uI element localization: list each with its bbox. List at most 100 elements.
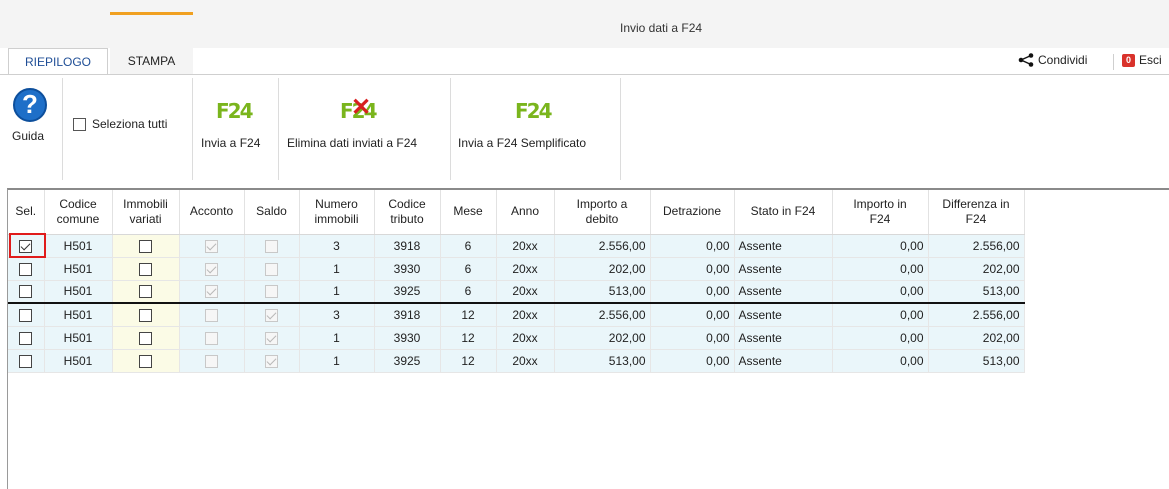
cell-immobili-variati[interactable] bbox=[112, 302, 180, 327]
cell-differenza-f24: 2.556,00 bbox=[928, 302, 1025, 327]
cell-mese: 6 bbox=[440, 280, 497, 304]
send-f24-simple-button[interactable]: Invia a F24 Semplificato bbox=[458, 136, 586, 150]
ribbon-separator bbox=[62, 78, 63, 180]
cell-immobili-variati[interactable] bbox=[112, 280, 180, 304]
exit-button[interactable]: 0 Esci bbox=[1122, 53, 1162, 67]
window-title: Invio dati a F24 bbox=[620, 21, 703, 35]
col-numero-immobili[interactable]: Numero immobili bbox=[299, 190, 375, 235]
ribbon bbox=[0, 75, 1169, 185]
cell-detrazione: 0,00 bbox=[650, 280, 735, 304]
cell-stato-f24: Assente bbox=[734, 234, 833, 258]
select-all-box[interactable] bbox=[73, 117, 86, 131]
col-codice-tributo-l2: tributo bbox=[390, 211, 424, 226]
cell-importo-f24: 0,00 bbox=[832, 302, 929, 327]
cell-importo-debito: 513,00 bbox=[554, 349, 651, 373]
help-label[interactable]: Guida bbox=[12, 129, 44, 143]
table-row[interactable]: H501 1 3925 12 20xx 513,00 0,00 Assente 0,00 513,… bbox=[8, 349, 1025, 373]
acconto-checkbox bbox=[205, 308, 218, 322]
col-acconto[interactable]: Acconto bbox=[179, 190, 245, 235]
ribbon-separator bbox=[278, 78, 279, 180]
cell-importo-f24: 0,00 bbox=[832, 326, 929, 350]
immobili-variati-checkbox[interactable] bbox=[139, 308, 152, 322]
send-f24-button[interactable]: Invia a F24 bbox=[201, 136, 260, 150]
row-select-checkbox[interactable] bbox=[19, 285, 33, 299]
acconto-checkbox bbox=[205, 239, 218, 253]
col-anno[interactable]: Anno bbox=[496, 190, 555, 235]
cell-numero-immobili: 1 bbox=[299, 280, 375, 304]
cell-sel[interactable] bbox=[8, 326, 45, 350]
cell-immobili-variati[interactable] bbox=[112, 257, 180, 281]
f24-send-simple-icon[interactable]: F24 bbox=[515, 93, 553, 129]
col-codice-comune[interactable]: Codice comune bbox=[44, 190, 113, 235]
cell-sel[interactable] bbox=[8, 302, 45, 327]
cell-importo-debito: 2.556,00 bbox=[554, 302, 651, 327]
f24-table: Sel. Codice comune Immobili variati Accont… bbox=[8, 190, 1025, 373]
col-sel[interactable]: Sel. bbox=[8, 190, 45, 235]
immobili-variati-checkbox[interactable] bbox=[139, 239, 152, 253]
col-importo-debito[interactable]: Importo a debito bbox=[554, 190, 651, 235]
table-row[interactable]: H501 1 3930 6 20xx 202,00 0,00 Assente 0,00 202,0… bbox=[8, 257, 1025, 281]
cell-differenza-f24: 202,00 bbox=[928, 326, 1025, 350]
acconto-checkbox bbox=[205, 285, 218, 299]
cell-stato-f24: Assente bbox=[734, 349, 833, 373]
row-select-checkbox[interactable] bbox=[19, 354, 33, 368]
table-row[interactable]: H501 3 3918 6 20xx 2.556,00 0,00 Assente 0,00 2.5… bbox=[8, 234, 1025, 258]
cell-mese: 12 bbox=[440, 326, 497, 350]
col-detrazione[interactable]: Detrazione bbox=[650, 190, 735, 235]
cell-immobili-variati[interactable] bbox=[112, 234, 180, 258]
tab-stampa[interactable]: STAMPA bbox=[110, 48, 193, 74]
row-select-checkbox[interactable] bbox=[19, 308, 33, 322]
delete-f24-button[interactable]: Elimina dati inviati a F24 bbox=[287, 136, 417, 150]
cell-mese: 12 bbox=[440, 302, 497, 327]
f24-send-icon[interactable]: F24 bbox=[216, 93, 254, 129]
cell-acconto bbox=[179, 234, 245, 258]
col-immobili-variati[interactable]: Immobili variati bbox=[112, 190, 180, 235]
col-differenza-f24[interactable]: Differenza in F24 bbox=[928, 190, 1025, 235]
select-all-checkbox[interactable]: Seleziona tutti bbox=[73, 117, 167, 131]
table-row[interactable]: H501 1 3930 12 20xx 202,00 0,00 Assente 0,00 202,… bbox=[8, 326, 1025, 350]
col-mese[interactable]: Mese bbox=[440, 190, 497, 235]
col-importo-f24[interactable]: Importo in F24 bbox=[832, 190, 929, 235]
cell-sel[interactable] bbox=[8, 257, 45, 281]
tab-riepilogo[interactable]: RIEPILOGO bbox=[8, 48, 108, 74]
cell-differenza-f24: 513,00 bbox=[928, 280, 1025, 304]
cell-codice-tributo: 3918 bbox=[374, 302, 441, 327]
top-actions-divider bbox=[1113, 54, 1114, 70]
immobili-variati-checkbox[interactable] bbox=[139, 331, 152, 345]
immobili-variati-checkbox[interactable] bbox=[139, 285, 152, 299]
cell-codice-tributo: 3930 bbox=[374, 257, 441, 281]
cell-sel[interactable] bbox=[8, 280, 45, 304]
col-numero-immobili-l2: immobili bbox=[314, 211, 359, 226]
row-select-checkbox[interactable] bbox=[19, 262, 33, 276]
col-differenza-f24-l2: F24 bbox=[965, 211, 987, 226]
data-grid[interactable]: Sel. Codice comune Immobili variati Accont… bbox=[7, 188, 1169, 489]
cell-anno: 20xx bbox=[496, 257, 555, 281]
row-select-checkbox[interactable] bbox=[19, 331, 33, 345]
saldo-checkbox bbox=[265, 285, 278, 299]
col-saldo[interactable]: Saldo bbox=[244, 190, 300, 235]
share-button[interactable]: Condividi bbox=[1018, 53, 1087, 67]
cell-stato-f24: Assente bbox=[734, 257, 833, 281]
cell-saldo bbox=[244, 349, 300, 373]
help-icon[interactable]: ? bbox=[13, 88, 47, 122]
col-immobili-variati-l2: variati bbox=[129, 211, 162, 226]
saldo-checkbox bbox=[265, 308, 278, 322]
col-importo-f24-l2: F24 bbox=[869, 211, 891, 226]
saldo-checkbox bbox=[265, 354, 278, 368]
cell-importo-debito: 513,00 bbox=[554, 280, 651, 304]
cell-importo-f24: 0,00 bbox=[832, 349, 929, 373]
cell-sel[interactable] bbox=[8, 349, 45, 373]
cell-immobili-variati[interactable] bbox=[112, 326, 180, 350]
col-codice-tributo-l1: Codice bbox=[388, 196, 426, 211]
col-numero-immobili-l1: Numero bbox=[315, 196, 358, 211]
cell-immobili-variati[interactable] bbox=[112, 349, 180, 373]
table-row[interactable]: H501 1 3925 6 20xx 513,00 0,00 Assente 0,00 513,0… bbox=[8, 280, 1025, 304]
table-row[interactable]: H501 3 3918 12 20xx 2.556,00 0,00 Assente 0,00 2.… bbox=[8, 302, 1025, 327]
cell-codice-tributo: 3918 bbox=[374, 234, 441, 258]
immobili-variati-checkbox[interactable] bbox=[139, 262, 152, 276]
cell-codice-comune: H501 bbox=[44, 349, 113, 373]
immobili-variati-checkbox[interactable] bbox=[139, 354, 152, 368]
col-stato-f24[interactable]: Stato in F24 bbox=[734, 190, 833, 235]
col-codice-tributo[interactable]: Codice tributo bbox=[374, 190, 441, 235]
cell-codice-comune: H501 bbox=[44, 234, 113, 258]
